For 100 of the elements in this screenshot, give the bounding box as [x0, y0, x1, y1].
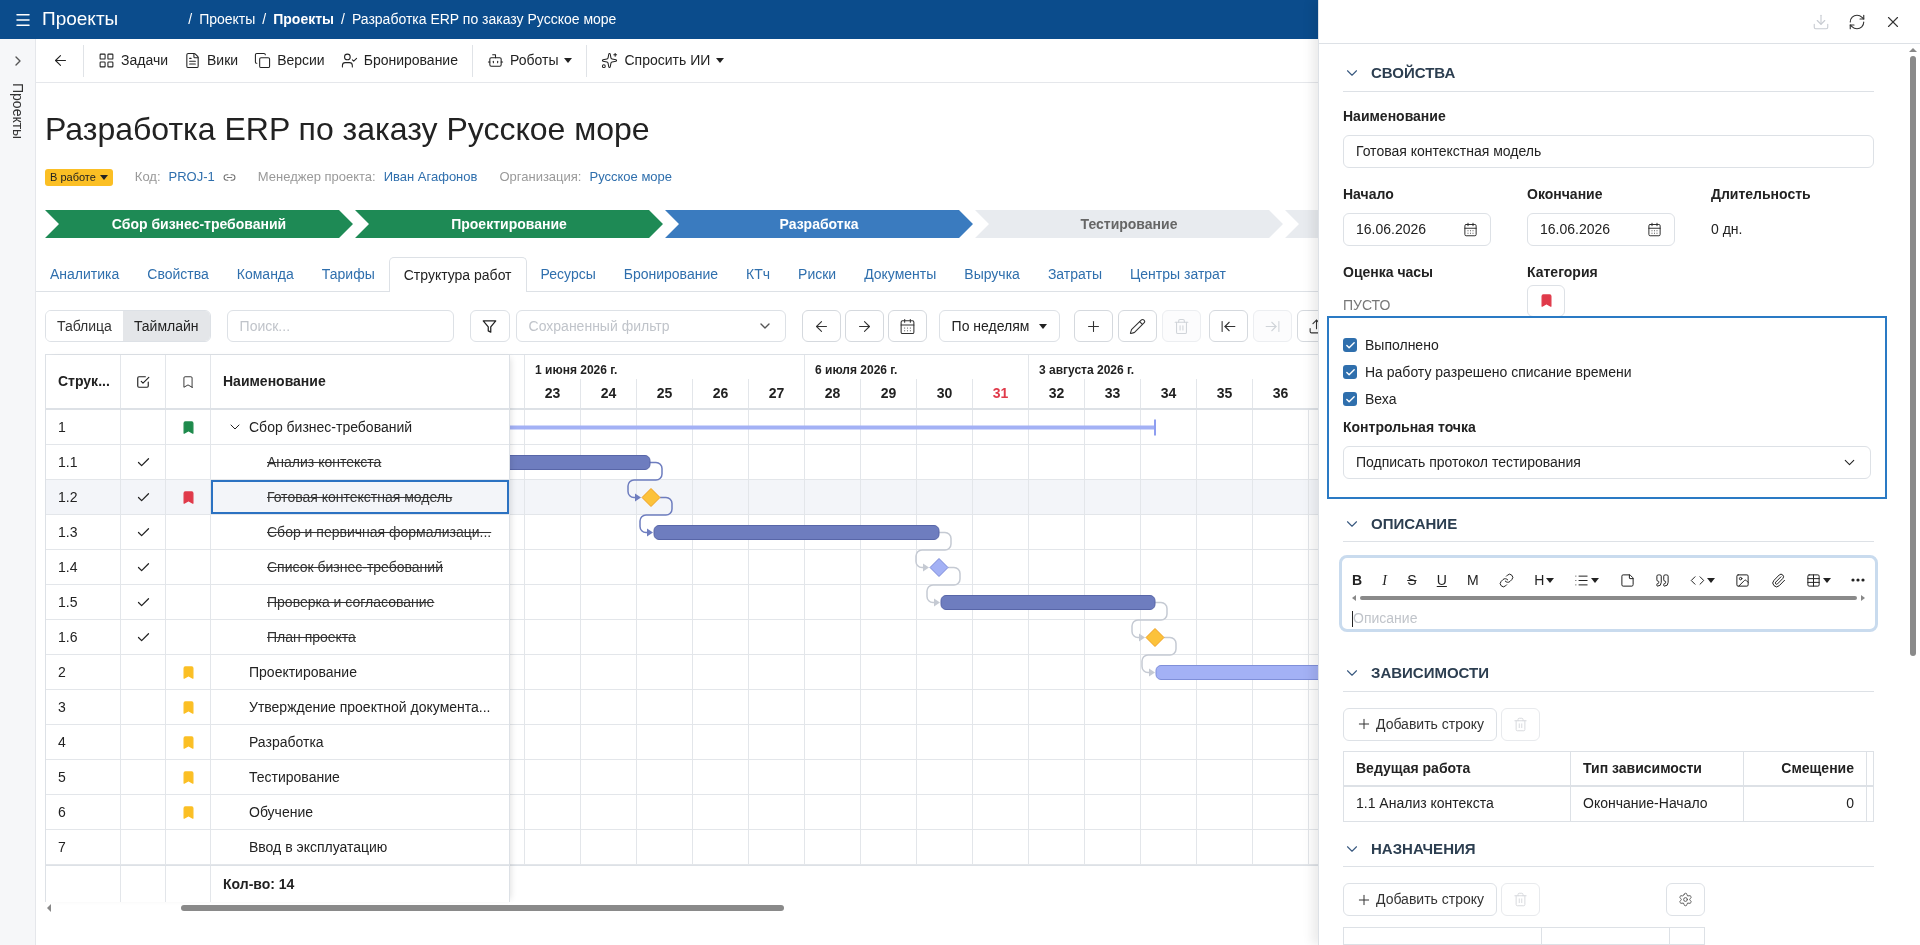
- scale-dropdown[interactable]: По неделям: [938, 310, 1061, 342]
- name-field[interactable]: Готовая контекстная модель: [1343, 134, 1874, 168]
- editor-tool-button[interactable]: B: [1352, 570, 1363, 590]
- date-field[interactable]: 16.06.2026: [1527, 212, 1675, 246]
- search-field[interactable]: Поиск...: [226, 310, 454, 342]
- field-label: Окончание: [1527, 184, 1604, 204]
- task-name: Проверка и согласование: [267, 592, 435, 612]
- editor-tool-button[interactable]: H: [1534, 570, 1555, 590]
- breadcrumb-link[interactable]: Разработка ERP по заказу Русское море: [351, 9, 617, 30]
- meta-label: Код:: [134, 168, 161, 187]
- week-header: 30: [916, 379, 972, 408]
- task-name: Проектирование: [249, 662, 357, 682]
- checkbox-label: Веха: [1365, 389, 1397, 409]
- tab[interactable]: Команда: [222, 257, 308, 291]
- toolbar-button[interactable]: Версии: [246, 44, 333, 77]
- task-name: Сбор и первичная формализаци...: [267, 522, 492, 542]
- week-header: 29: [860, 379, 916, 408]
- breadcrumb-link[interactable]: Проекты: [273, 9, 334, 30]
- column-header[interactable]: Струк...: [46, 355, 121, 408]
- toolbar-button[interactable]: Роботы: [472, 44, 581, 77]
- tab[interactable]: КТч: [732, 257, 785, 291]
- tab[interactable]: Тарифы: [307, 257, 389, 291]
- app-title[interactable]: Проекты: [42, 5, 119, 34]
- week-header: 34: [1140, 379, 1196, 408]
- checkpoint-select[interactable]: Подписать протокол тестирования: [1343, 445, 1871, 479]
- week-header: 28: [804, 379, 860, 408]
- tab[interactable]: Бронирование: [609, 257, 733, 291]
- stage-step[interactable]: Разработка: [665, 210, 973, 238]
- section-title: ОПИСАНИЕ: [1371, 513, 1458, 534]
- editor[interactable]: B I S U M H Описание: [1339, 555, 1878, 632]
- table-cell: 1.1: [46, 445, 121, 479]
- month-header: 3 августа 2026 г.: [1028, 355, 1308, 379]
- column-header[interactable]: Наименование: [211, 355, 509, 408]
- tab[interactable]: Затраты: [1033, 257, 1116, 291]
- editor-tool-button[interactable]: S: [1407, 570, 1417, 590]
- date-field[interactable]: 16.06.2026: [1343, 212, 1491, 246]
- section-title: НАЗНАЧЕНИЯ: [1371, 838, 1476, 859]
- week-header: 36: [1252, 379, 1308, 408]
- table-cell: 1.5: [46, 585, 121, 619]
- meta-link[interactable]: PROJ-1: [168, 167, 215, 187]
- tab[interactable]: Риски: [784, 257, 851, 291]
- breadcrumb-link[interactable]: Проекты: [199, 9, 256, 30]
- name-cell[interactable]: Готовая контекстная модель: [211, 480, 509, 514]
- stage-step[interactable]: Сбор бизнес-требований: [45, 210, 353, 238]
- week-header: 35: [1196, 379, 1252, 408]
- status-badge[interactable]: В работе: [45, 168, 113, 186]
- toolbar-button[interactable]: Вики: [176, 44, 247, 77]
- tab[interactable]: Центры затрат: [1115, 257, 1240, 291]
- tab[interactable]: Ресурсы: [526, 257, 610, 291]
- table-cell: 0: [1744, 786, 1867, 821]
- meta-label: Организация:: [499, 168, 582, 187]
- add-row-button[interactable]: Добавить строку: [1343, 883, 1498, 916]
- task-name: Ввод в эксплуатацию: [249, 837, 388, 857]
- checkbox-label: Выполнено: [1365, 335, 1439, 355]
- month-header: 6 июля 2026 г.: [804, 355, 1028, 379]
- toolbar-button[interactable]: Бронирование: [332, 44, 466, 77]
- tab[interactable]: Структура работ: [388, 257, 527, 292]
- rail-label[interactable]: Проекты: [7, 83, 28, 140]
- column-header[interactable]: Тип зависимости: [1571, 751, 1744, 785]
- editor-tool-button[interactable]: M: [1467, 570, 1479, 590]
- stage-step[interactable]: Проектирование: [355, 210, 663, 238]
- table-cell: 1.2: [46, 480, 121, 514]
- section-title: ЗАВИСИМОСТИ: [1371, 663, 1490, 683]
- week-header: 32: [1028, 379, 1084, 408]
- tab[interactable]: Свойства: [133, 257, 223, 291]
- task-name: Сбор бизнес-требований: [249, 417, 413, 437]
- table-cell: 1: [46, 410, 121, 444]
- week-header: 31: [972, 379, 1028, 408]
- add-row-button[interactable]: Добавить строку: [1343, 707, 1498, 741]
- week-header: 25: [636, 379, 692, 408]
- table-cell: Окончание-Начало: [1571, 786, 1744, 821]
- table-cell: 5: [46, 760, 121, 794]
- view-toggle[interactable]: Таймлайн: [122, 311, 210, 341]
- tab[interactable]: Выручка: [950, 257, 1034, 291]
- breadcrumb-separator: /: [188, 10, 193, 29]
- editor-tool-button[interactable]: U: [1436, 570, 1447, 590]
- checkbox-label: На работу разрешено списание времени: [1365, 362, 1632, 382]
- tab[interactable]: Документы: [850, 257, 951, 291]
- table-cell: 1.6: [46, 620, 121, 654]
- meta-label: Менеджер проекта:: [257, 168, 376, 187]
- toolbar-button[interactable]: Спросить ИИ: [586, 44, 733, 77]
- meta-link[interactable]: Русское море: [589, 167, 673, 187]
- task-name: План проекта: [267, 627, 356, 647]
- column-header[interactable]: Смещение: [1744, 751, 1867, 785]
- stage-step[interactable]: Тестирование: [975, 210, 1283, 238]
- section-title: СВОЙСТВА: [1371, 63, 1456, 83]
- editor-tool-button[interactable]: I: [1382, 570, 1387, 590]
- tab[interactable]: Аналитика: [36, 257, 134, 291]
- task-name: Утверждение проектной документа...: [249, 697, 491, 717]
- toolbar-button[interactable]: Задачи: [83, 44, 176, 77]
- month-header: 1 июня 2026 г.: [524, 355, 804, 379]
- table-cell: 3: [46, 690, 121, 724]
- field-label: Начало: [1343, 184, 1395, 204]
- field-label: Категория: [1527, 262, 1599, 282]
- week-header: 27: [748, 379, 804, 408]
- column-header[interactable]: Ведущая работа: [1344, 751, 1571, 785]
- meta-link[interactable]: Иван Агафонов: [383, 167, 478, 187]
- project-title: Разработка ERP по заказу Русское море: [45, 110, 651, 149]
- table-cell: 6: [46, 795, 121, 829]
- field-label: Длительность: [1711, 184, 1812, 204]
